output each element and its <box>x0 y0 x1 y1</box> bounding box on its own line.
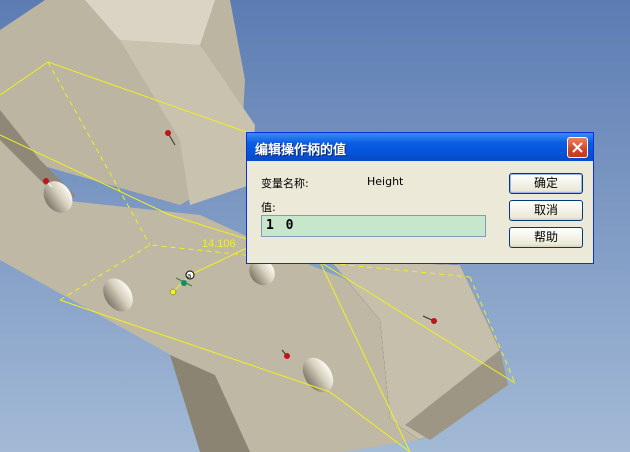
close-icon <box>572 142 583 153</box>
variable-name-value: Height <box>367 175 404 188</box>
handle-point-green[interactable] <box>181 280 187 286</box>
dialog-title: 编辑操作柄的值 <box>255 143 347 158</box>
dialog-title-bar[interactable]: 编辑操作柄的值 <box>247 133 593 161</box>
handle-label: a <box>187 272 191 280</box>
help-button[interactable]: 帮助 <box>509 227 583 248</box>
ok-button[interactable]: 确定 <box>509 173 583 194</box>
pin-marker-2 <box>43 178 49 184</box>
close-button[interactable] <box>567 137 588 158</box>
variable-name-label: 变量名称: <box>261 177 309 190</box>
dimension-label: 14.106 <box>202 238 236 250</box>
pin-marker-1 <box>165 130 171 136</box>
handle-point-yellow[interactable] <box>169 288 177 296</box>
value-label: 值: <box>261 201 276 214</box>
value-input[interactable]: 1 0 <box>261 215 486 237</box>
pin-marker-4 <box>284 353 290 359</box>
pin-marker-3 <box>431 318 437 324</box>
edit-handle-value-dialog: 编辑操作柄的值 变量名称: Height 值: 1 0 确定 取消 帮助 <box>246 132 594 264</box>
cancel-button[interactable]: 取消 <box>509 200 583 221</box>
